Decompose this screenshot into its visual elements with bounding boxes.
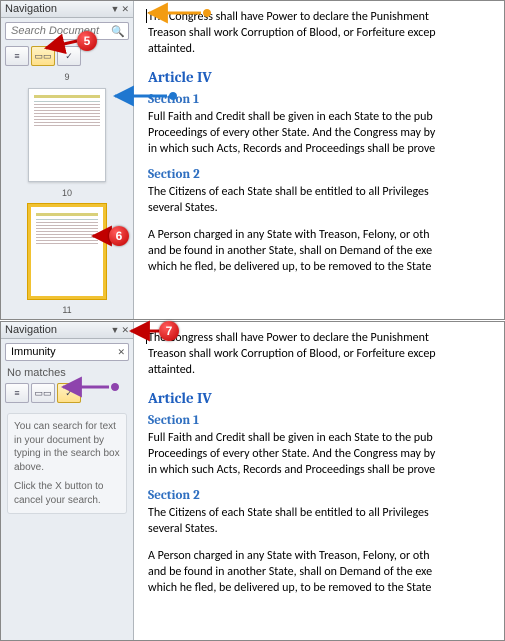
tab-headings[interactable]: ≡ (5, 383, 29, 403)
text-cursor (146, 330, 147, 344)
section-heading[interactable]: Section 1 (148, 413, 504, 428)
body-text[interactable]: Full Faith and Credit shall be given in … (148, 430, 504, 479)
page-number-label: 10 (62, 188, 72, 198)
tab-pages[interactable]: ▭▭ (31, 383, 55, 403)
clear-search-icon[interactable]: ✕ (117, 347, 125, 358)
tab-pages[interactable]: ▭▭ (31, 46, 55, 66)
section-heading[interactable]: Section 2 (148, 167, 504, 182)
navigation-pane: Navigation ▼ ✕ 🔍 ≡ ▭▭ ✓ 9 10 (1, 1, 134, 319)
nav-tabs: ≡ ▭▭ ✓ (5, 46, 129, 66)
section-heading[interactable]: Section 2 (148, 488, 504, 503)
nav-pane-header: Navigation ▼ ✕ (1, 1, 133, 18)
dropdown-icon[interactable]: ▼ (111, 4, 120, 15)
page-number-label: 9 (64, 72, 69, 82)
body-text[interactable]: The Congress shall have Power to declare… (148, 330, 504, 379)
body-text[interactable]: The Citizens of each State shall be enti… (148, 505, 504, 537)
hint-text: You can search for text in your document… (14, 420, 120, 474)
nav-tabs: ≡ ▭▭ ✓ (5, 383, 129, 403)
search-box[interactable]: 🔍 (5, 22, 129, 40)
tab-results[interactable]: ✓ (57, 383, 81, 403)
nav-pane-title: Navigation (5, 3, 57, 15)
hint-text: Click the X button to cancel your search… (14, 480, 120, 507)
nav-pane-header: Navigation ▼ ✕ (1, 322, 133, 339)
article-heading[interactable]: Article IV (148, 68, 504, 86)
section-heading[interactable]: Section 1 (148, 92, 504, 107)
search-input[interactable] (9, 24, 111, 38)
search-icon[interactable]: 🔍 (111, 25, 125, 38)
close-pane-icon[interactable]: ✕ (121, 4, 129, 15)
body-text[interactable]: A Person charged in any State with Treas… (148, 227, 504, 276)
body-text[interactable]: Full Faith and Credit shall be given in … (148, 109, 504, 158)
page-thumbnails: 9 10 11 (1, 68, 133, 319)
page-thumbnail-9[interactable] (28, 88, 106, 182)
document-area[interactable]: The Congress shall have Power to declare… (134, 1, 504, 319)
body-text[interactable]: The Citizens of each State shall be enti… (148, 184, 504, 216)
nav-pane-title: Navigation (5, 324, 57, 336)
page-thumbnail-10-selected[interactable] (28, 204, 106, 299)
search-box[interactable]: ✕ (5, 343, 129, 361)
body-text[interactable]: The Congress shall have Power to declare… (148, 9, 504, 58)
page-number-label: 11 (62, 305, 71, 315)
text-cursor (146, 9, 147, 23)
no-matches-label: No matches (1, 365, 133, 381)
search-input[interactable] (9, 345, 117, 359)
tab-results[interactable]: ✓ (57, 46, 81, 66)
navigation-pane: Navigation ▼ ✕ ✕ No matches ≡ ▭▭ ✓ You c… (1, 322, 134, 640)
tab-headings[interactable]: ≡ (5, 46, 29, 66)
document-area[interactable]: The Congress shall have Power to declare… (134, 322, 504, 640)
body-text[interactable]: A Person charged in any State with Treas… (148, 548, 504, 597)
search-hint: You can search for text in your document… (7, 413, 127, 514)
article-heading[interactable]: Article IV (148, 389, 504, 407)
dropdown-icon[interactable]: ▼ (111, 325, 120, 336)
close-pane-icon[interactable]: ✕ (121, 325, 129, 336)
